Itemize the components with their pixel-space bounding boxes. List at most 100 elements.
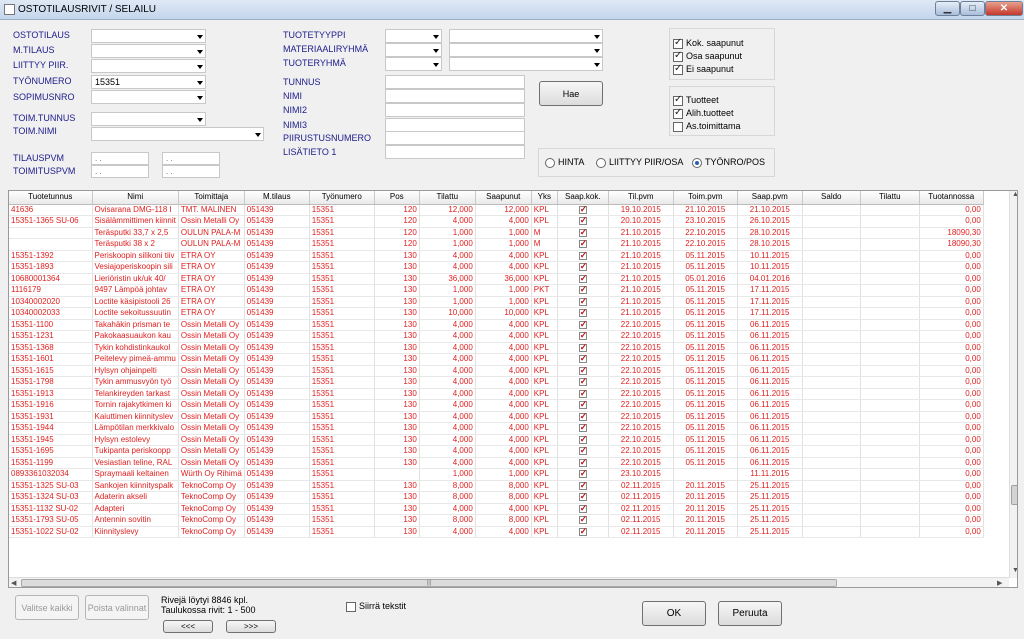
as-toimittama-checkbox[interactable]: As.toimittama: [673, 121, 741, 133]
table-row[interactable]: 10340002020 Loctite käsipistooli 26 ETRA O…: [9, 296, 984, 308]
table-row[interactable]: 15351-1916 Tornin rajakytkimen ki Ossin Me…: [9, 399, 984, 412]
table-row[interactable]: 15351-1695 Tukipanta periskoopp Ossin Meta…: [9, 445, 984, 458]
column-header[interactable]: Saapunut: [475, 191, 532, 205]
table-row[interactable]: 15351-1199 Vesiastian teline, RAL Ossin Me…: [9, 457, 984, 469]
tuotetyyppi-desc-combo[interactable]: [449, 29, 603, 43]
table-row[interactable]: 15351-1793 SU-05 Antennin sovitin TeknoCom…: [9, 514, 984, 527]
tyonro-pos-radio[interactable]: TYÖNRO/POS: [692, 157, 765, 169]
alih-tuotteet-checkbox[interactable]: Alih.tuotteet: [673, 107, 734, 120]
tuoteryhma-combo[interactable]: [385, 57, 442, 71]
table-row[interactable]: Teräsputki 33,7 x 2,5 OULUN PALA-M 051439 1…: [9, 227, 984, 239]
table-row[interactable]: 15351-1132 SU-02 Adapteri TeknoComp Oy 0514…: [9, 503, 984, 515]
vertical-scroll-thumb[interactable]: [1011, 485, 1017, 505]
order-rows-table[interactable]: Tuotetunnus Nimi Toimittaja M.tilaus Työnume…: [8, 190, 1018, 588]
liittyy-piir-radio[interactable]: LIITTYY PIIR/OSA: [596, 157, 683, 169]
piirustusnumero-input[interactable]: [385, 131, 525, 145]
table-row[interactable]: 41636 Ovisarana DMG-118 I TMT. MALINEN 0514…: [9, 204, 984, 216]
table-row[interactable]: 15351-1913 Telankireyden tarkast Ossin Met…: [9, 388, 984, 400]
tunnus-input[interactable]: [385, 75, 525, 89]
nimi-input[interactable]: [385, 89, 525, 103]
table-row[interactable]: 15351-1944 Lämpötilan merkkivalo Ossin Met…: [9, 422, 984, 435]
column-header[interactable]: Tilattu: [419, 191, 476, 205]
column-header[interactable]: Tuotetunnus: [9, 191, 93, 205]
scroll-left-icon[interactable]: ◀: [11, 579, 16, 587]
hinta-radio[interactable]: HINTA: [545, 157, 584, 169]
tuoteryhma-desc-combo[interactable]: [449, 57, 603, 71]
column-header[interactable]: Pos: [374, 191, 420, 205]
materiaaliryhma-desc-combo[interactable]: [449, 43, 603, 57]
table-row[interactable]: Teräsputki 38 x 2 OULUN PALA-M 051439 15351…: [9, 238, 984, 251]
table-row[interactable]: 15351-1324 SU-03 Adaterin akseli TeknoComp…: [9, 491, 984, 504]
materiaaliryhma-combo[interactable]: [385, 43, 442, 57]
column-header[interactable]: Tuotannossa: [919, 191, 984, 205]
horizontal-scroll-thumb[interactable]: |||: [21, 579, 837, 587]
column-header[interactable]: Saap.kok.: [557, 191, 609, 205]
poista-valinnat-button[interactable]: Poista valinnat: [85, 595, 149, 620]
table-row[interactable]: 15351-1601 Peitelevy pimeä-ammu Ossin Meta…: [9, 353, 984, 366]
table-row[interactable]: 15351-1893 Vesiajoperiskoopin sili ETRA OY…: [9, 261, 984, 274]
ostotilaus-combo[interactable]: [91, 29, 206, 43]
table-row[interactable]: 15351-1100 Takahäkin prisman te Ossin Meta…: [9, 319, 984, 331]
peruuta-button[interactable]: Peruuta: [718, 601, 782, 626]
table-row[interactable]: 10680001364 Lieriöristin uk/uk 40/ETRA OY…: [9, 273, 984, 285]
prev-page-button[interactable]: <<<: [163, 620, 213, 633]
table-row[interactable]: 15351-1022 SU-02 Kiinnityslevy TeknoComp O…: [9, 526, 984, 538]
column-header[interactable]: Saldo: [802, 191, 861, 205]
hae-button[interactable]: Hae: [539, 81, 603, 106]
lisatieto-input[interactable]: [385, 145, 525, 159]
tuotetyyppi-combo[interactable]: [385, 29, 442, 43]
column-header[interactable]: Toimittaja: [178, 191, 245, 205]
table-row[interactable]: 1116179 9497 Lämpöä johtav ETRA OY 051439 15…: [9, 284, 984, 297]
scroll-down-icon[interactable]: ▼: [1012, 567, 1017, 574]
table-row[interactable]: 15351-1325 SU-03 Sankojen kiinnityspalk Te…: [9, 480, 984, 492]
column-header[interactable]: Tilattu: [860, 191, 920, 205]
scroll-up-icon[interactable]: ▲: [1012, 191, 1017, 198]
tuotteet-checkbox[interactable]: Tuotteet: [673, 94, 719, 107]
tilauspvm-to[interactable]: . .: [162, 152, 220, 165]
osa-saapunut-checkbox[interactable]: Osa saapunut: [673, 50, 742, 63]
table-cell: 15351: [309, 457, 375, 469]
vertical-scrollbar[interactable]: ▲ ▼: [1009, 191, 1017, 578]
nimi2-input[interactable]: [385, 103, 525, 117]
table-row[interactable]: 15351-1365 SU-06 Sisälämmittimen kiinnit O…: [9, 215, 984, 228]
column-header[interactable]: Työnumero: [309, 191, 375, 205]
table-row[interactable]: 15351-1798 Tykin ammusvyön työ Ossin Metal…: [9, 376, 984, 389]
nimi3-input[interactable]: [385, 118, 525, 132]
column-header[interactable]: Nimi: [92, 191, 179, 205]
kok-saapunut-checkbox[interactable]: Kok. saapunut: [673, 37, 744, 50]
column-header[interactable]: M.tilaus: [244, 191, 310, 205]
sopimusnro-combo[interactable]: [91, 90, 206, 104]
next-page-button[interactable]: >>>: [226, 620, 276, 633]
table-row[interactable]: 10340002033 Loctite sekoitussuutin ETRA OY…: [9, 307, 984, 320]
column-header[interactable]: Saap.pvm: [737, 191, 803, 205]
chevron-down-icon: [594, 63, 600, 67]
toimtunnus-combo[interactable]: [91, 112, 206, 126]
maximize-button[interactable]: □: [960, 1, 985, 16]
close-button[interactable]: ✕: [985, 1, 1023, 16]
ei-saapunut-checkbox[interactable]: Ei saapunut: [673, 63, 734, 76]
minimize-button[interactable]: ▁: [935, 1, 960, 16]
column-header[interactable]: Toim.pvm: [673, 191, 738, 205]
siirra-tekstit-checkbox[interactable]: Siirrä tekstit: [346, 601, 406, 613]
saap-kok-checkbox-cell: [557, 307, 609, 320]
column-header[interactable]: Yks: [531, 191, 558, 205]
column-header[interactable]: Til.pvm: [608, 191, 674, 205]
toimituspvm-from[interactable]: . .: [91, 165, 149, 178]
table-row[interactable]: 15351-1615 Hylsyn ohjainpelti Ossin Metall…: [9, 365, 984, 377]
table-row[interactable]: 15351-1945 Hylsyn estolevy Ossin Metalli O…: [9, 434, 984, 446]
table-row[interactable]: 15351-1368 Tykin kohdistinkaukol Ossin Met…: [9, 342, 984, 354]
tyonumero-combo[interactable]: 15351: [91, 75, 206, 89]
mtilaus-combo[interactable]: [91, 44, 206, 58]
table-row[interactable]: 0893361032034 Spraymaali keltainen Würth O…: [9, 468, 984, 481]
ok-button[interactable]: OK: [642, 601, 706, 626]
toimnimi-combo[interactable]: [91, 127, 264, 141]
table-row[interactable]: 15351-1931 Kaiuttimen kiinnityslev Ossin M…: [9, 411, 984, 423]
table-row[interactable]: 15351-1231 Pakokaasuaukon kau Ossin Metall…: [9, 330, 984, 343]
tilauspvm-from[interactable]: . .: [91, 152, 149, 165]
table-row[interactable]: 15351-1392 Periskoopin silikoni tiiv ETRA …: [9, 250, 984, 262]
valitse-kaikki-button[interactable]: Valitse kaikki: [15, 595, 79, 620]
horizontal-scrollbar[interactable]: ◀ ||| ▶: [9, 577, 1009, 587]
liittyy-combo[interactable]: [91, 59, 206, 73]
toimituspvm-to[interactable]: . .: [162, 165, 220, 178]
scroll-right-icon[interactable]: ▶: [997, 579, 1002, 587]
